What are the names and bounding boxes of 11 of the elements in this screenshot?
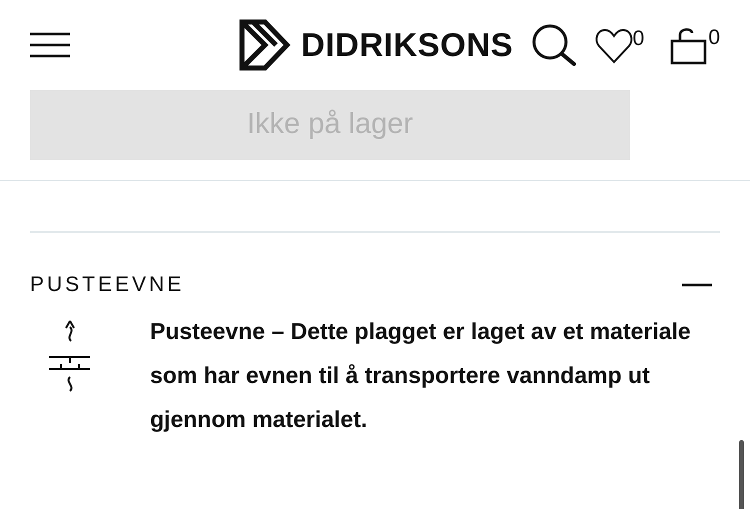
shopping-bag-icon[interactable]: [670, 25, 708, 65]
logo-icon[interactable]: [239, 19, 291, 71]
menu-icon[interactable]: [30, 32, 70, 58]
description-text: Pusteevne – Dette plagget er laget av et materiale som har evnen til å transportere vanndamp ut gjennom materialet.: [150, 317, 692, 434]
heart-icon[interactable]: [594, 26, 633, 64]
logo-text[interactable]: DIDRIKSONS: [301, 20, 514, 70]
cart-count: 0: [708, 27, 720, 48]
accordion-title[interactable]: PUSTEEVNE: [30, 269, 184, 301]
scrollbar: [739, 440, 744, 509]
search-icon[interactable]: [530, 23, 577, 67]
wishlist-count: 0: [632, 28, 644, 49]
